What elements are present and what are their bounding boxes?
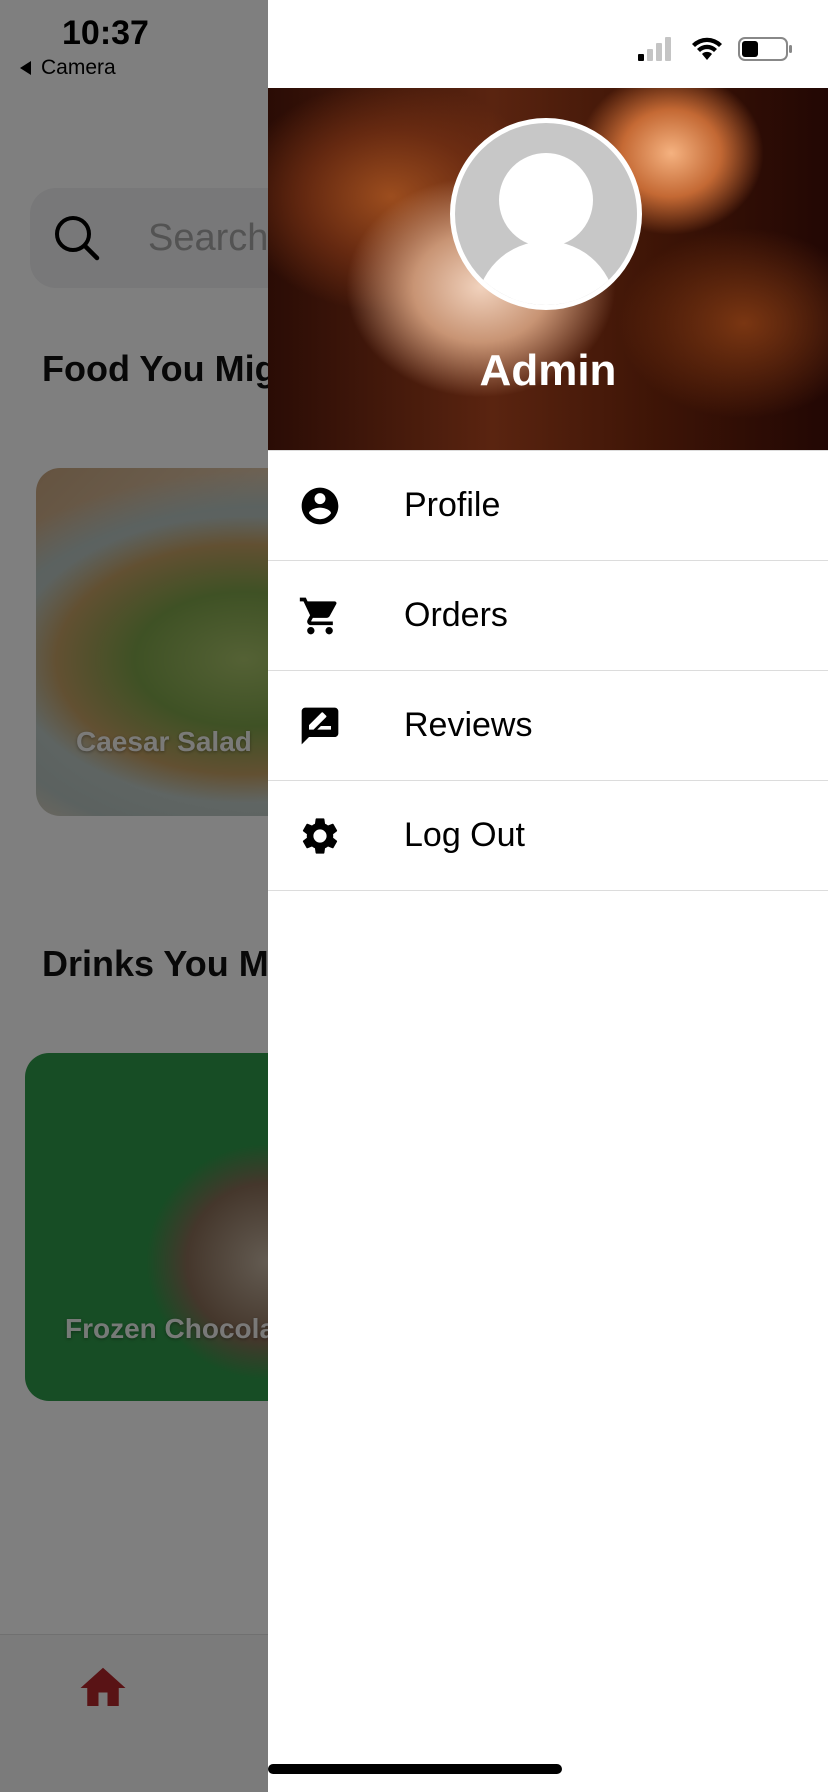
menu-item-label: Log Out: [404, 816, 525, 854]
screen: 10:37 Camera Search fo Food You Mig Caes…: [0, 0, 828, 1792]
avatar-body: [476, 241, 616, 305]
user-name: Admin: [479, 346, 617, 395]
navigation-drawer: Admin Profile Orders Reviews Log Out: [268, 0, 828, 1792]
menu-item-label: Reviews: [404, 706, 533, 744]
menu-item-logout[interactable]: Log Out: [268, 781, 828, 891]
drawer-header: Admin: [268, 88, 828, 450]
status-icons: [636, 36, 794, 67]
menu-item-label: Orders: [404, 596, 508, 634]
account-circle-icon: [298, 484, 342, 528]
cellular-signal-icon: [636, 36, 676, 67]
menu-item-label: Profile: [404, 486, 501, 524]
wifi-icon: [690, 36, 724, 67]
avatar-head: [499, 153, 593, 247]
rate-review-icon: [298, 704, 342, 748]
menu-item-reviews[interactable]: Reviews: [268, 671, 828, 781]
home-indicator: [268, 1764, 562, 1774]
menu-item-orders[interactable]: Orders: [268, 561, 828, 671]
gear-icon: [298, 814, 342, 858]
cart-icon: [298, 594, 342, 638]
battery-icon: [738, 36, 794, 67]
menu-item-profile[interactable]: Profile: [268, 451, 828, 561]
avatar[interactable]: [450, 118, 642, 310]
drawer-menu: Profile Orders Reviews Log Out: [268, 450, 828, 891]
